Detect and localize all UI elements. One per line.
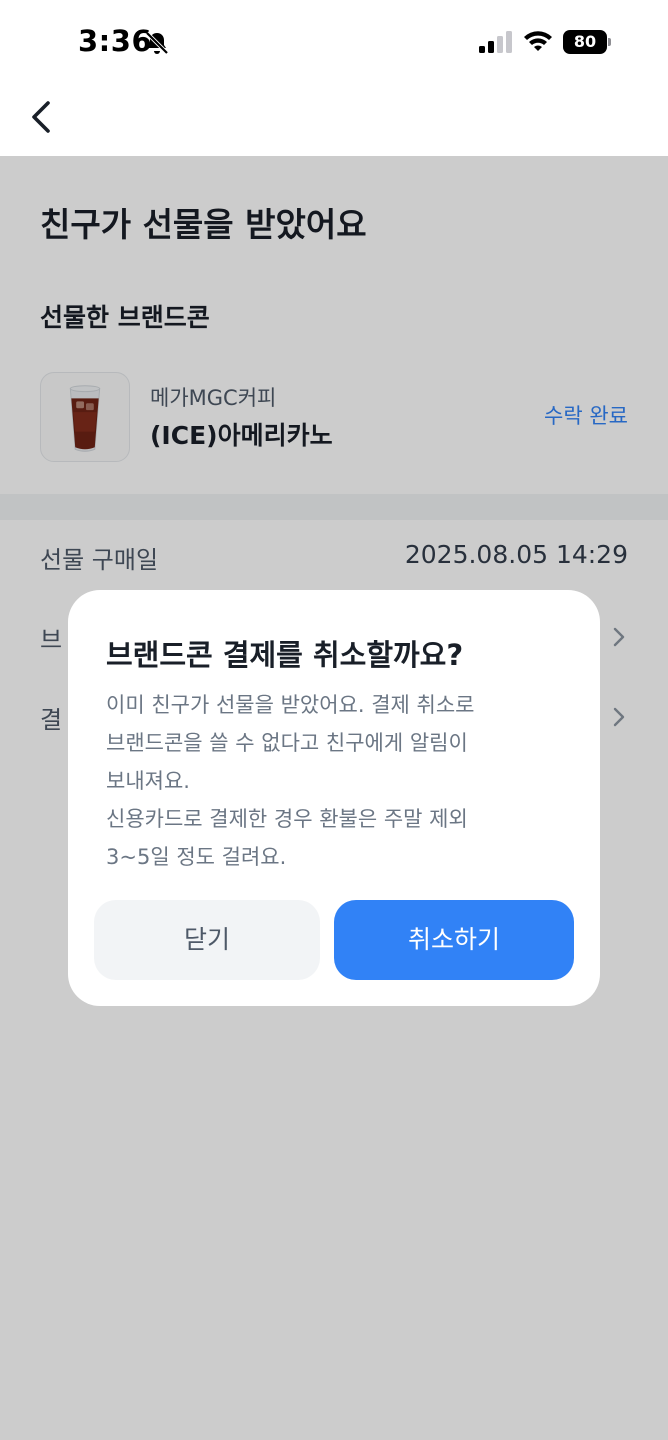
battery-tip — [608, 38, 611, 46]
wifi-icon — [524, 31, 552, 51]
battery-level: 80 — [563, 30, 607, 54]
status-time: 3:36 — [78, 24, 153, 58]
dialog-body-line: 3~5일 정도 걸려요. — [106, 845, 287, 869]
battery-icon: 80 — [563, 30, 611, 54]
close-button[interactable]: 닫기 — [94, 900, 320, 980]
dialog-body-line: 보내져요. — [106, 769, 190, 793]
dialog-body-line: 이미 친구가 선물을 받았어요. 결제 취소로 — [106, 693, 475, 717]
dialog-body-line: 신용카드로 결제한 경우 환불은 주말 제외 — [106, 807, 468, 831]
dialog-body: 이미 친구가 선물을 받았어요. 결제 취소로 브랜드콘을 쓸 수 없다고 친구… — [106, 686, 576, 876]
screen: 3:36 80 친구가 선물을 받았어요 선물한 브랜드콘 메가MGC커피 (I… — [0, 0, 668, 1440]
back-arrow-icon[interactable] — [26, 98, 60, 136]
status-bar: 3:36 80 — [0, 0, 668, 88]
nav-bar — [0, 88, 668, 156]
signal-icon — [479, 31, 512, 53]
bell-off-icon — [145, 31, 169, 55]
dialog-body-line: 브랜드콘을 쓸 수 없다고 친구에게 알림이 — [106, 731, 468, 755]
dialog-title: 브랜드콘 결제를 취소할까요? — [106, 638, 464, 672]
cancel-payment-dialog: 브랜드콘 결제를 취소할까요? 이미 친구가 선물을 받았어요. 결제 취소로 … — [68, 590, 600, 1006]
confirm-cancel-button[interactable]: 취소하기 — [334, 900, 574, 980]
